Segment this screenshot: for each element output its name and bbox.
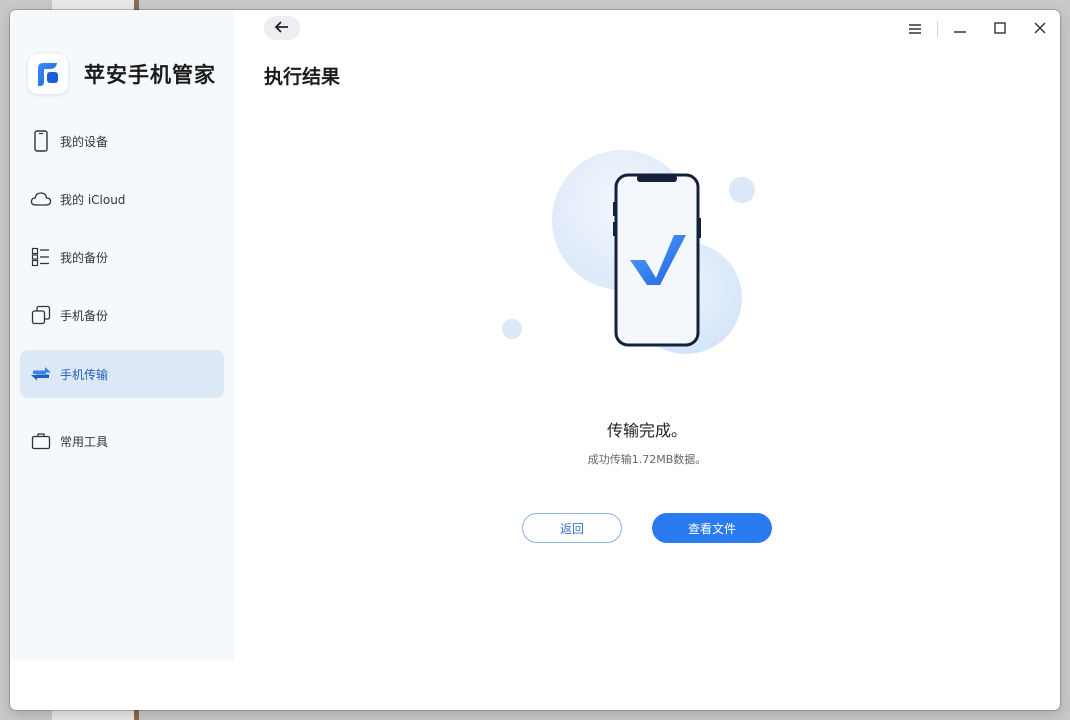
divider xyxy=(937,21,938,37)
page-title: 执行结果 xyxy=(264,66,341,88)
minimize-button[interactable] xyxy=(940,16,980,42)
app-name: 苹安手机管家 xyxy=(84,63,216,87)
transfer-complete-illustration xyxy=(480,150,770,365)
minimize-icon xyxy=(953,20,967,39)
sidebar-item-label: 我的 iCloud xyxy=(60,192,126,207)
sidebar: 苹安手机管家 我的设备 我的 iCloud 我的备份 手机备份 手机传输 常用工… xyxy=(10,10,234,660)
copy-icon xyxy=(30,304,52,326)
window-controls xyxy=(895,16,1060,42)
app-window: 苹安手机管家 我的设备 我的 iCloud 我的备份 手机备份 手机传输 常用工… xyxy=(10,10,1060,710)
sidebar-item-phone-backup[interactable]: 手机备份 xyxy=(20,291,224,339)
menu-button[interactable] xyxy=(895,16,935,42)
sidebar-item-my-icloud[interactable]: 我的 iCloud xyxy=(20,175,224,223)
return-button[interactable]: 返回 xyxy=(522,513,622,543)
arrow-left-icon xyxy=(274,19,290,38)
maximize-button[interactable] xyxy=(980,16,1020,42)
transfer-icon xyxy=(30,363,52,385)
sidebar-item-phone-transfer[interactable]: 手机传输 xyxy=(20,350,224,398)
brand: 苹安手机管家 xyxy=(28,54,216,94)
sidebar-item-label: 我的备份 xyxy=(60,250,109,265)
maximize-icon xyxy=(993,20,1007,39)
sidebar-item-my-device[interactable]: 我的设备 xyxy=(20,117,224,165)
result-title: 传输完成。 xyxy=(606,421,687,440)
sidebar-item-label: 手机备份 xyxy=(60,308,109,323)
app-logo-icon xyxy=(28,54,68,94)
phone-icon xyxy=(30,130,52,152)
close-button[interactable] xyxy=(1020,16,1060,42)
result-subtitle: 成功传输1.72MB数据。 xyxy=(587,453,707,466)
back-button[interactable] xyxy=(264,16,300,40)
view-files-button[interactable]: 查看文件 xyxy=(652,513,772,543)
sidebar-item-label: 手机传输 xyxy=(60,367,109,382)
list-icon xyxy=(30,246,52,268)
sidebar-item-label: 我的设备 xyxy=(60,134,109,149)
sidebar-item-my-backup[interactable]: 我的备份 xyxy=(20,233,224,281)
close-icon xyxy=(1033,20,1047,39)
menu-icon xyxy=(908,20,922,39)
cloud-icon xyxy=(30,188,52,210)
